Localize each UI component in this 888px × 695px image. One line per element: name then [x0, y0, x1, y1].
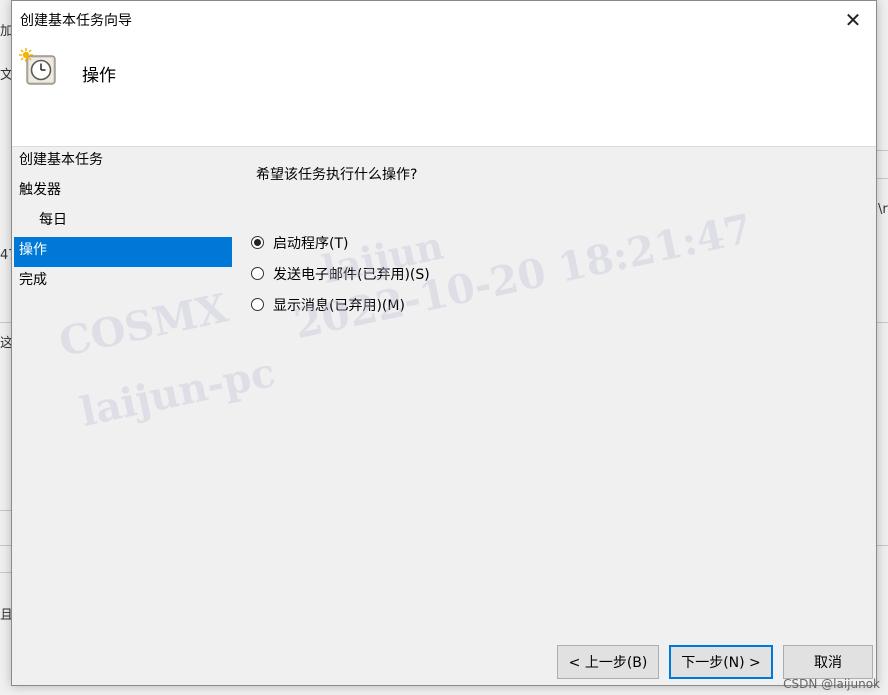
- background-divider: [876, 150, 888, 151]
- option-label: 显示消息(已弃用)(M): [273, 297, 405, 314]
- window-title: 创建基本任务向导: [20, 13, 132, 29]
- close-icon[interactable]: ✕: [830, 1, 876, 39]
- option-start-program[interactable]: 启动程序(T): [251, 227, 430, 258]
- action-question: 希望该任务执行什么操作?: [256, 167, 418, 183]
- action-options-group: 启动程序(T) 发送电子邮件(已弃用)(S) 显示消息(已弃用)(M): [251, 227, 430, 320]
- background-divider: [876, 545, 888, 546]
- background-divider: [876, 178, 888, 179]
- radio-button[interactable]: [251, 267, 264, 280]
- sidebar-step-finish: 完成: [19, 272, 47, 288]
- option-label: 启动程序(T): [273, 235, 349, 252]
- radio-button-checked[interactable]: [251, 236, 264, 249]
- sidebar-step-create-basic-task: 创建基本任务: [19, 152, 103, 168]
- background-divider: [876, 322, 888, 323]
- corner-attribution: CSDN @laijunok: [783, 677, 880, 691]
- sidebar-step-action: 操作: [14, 237, 232, 267]
- sidebar-step-daily: 每日: [39, 212, 67, 228]
- background-text-fragment: \r: [878, 202, 888, 217]
- wizard-header: 操作: [12, 39, 876, 147]
- create-basic-task-wizard-dialog: 创建基本任务向导 ✕ 操作 创建基本任务 触发器 每日 操作 完成 希望该任务执…: [11, 0, 877, 686]
- sidebar-step-trigger: 触发器: [19, 182, 61, 198]
- option-display-message[interactable]: 显示消息(已弃用)(M): [251, 289, 430, 320]
- next-button[interactable]: 下一步(N) >: [669, 645, 773, 679]
- wizard-steps-sidebar: 创建基本任务 触发器 每日 操作 完成: [14, 147, 232, 297]
- cancel-button[interactable]: 取消: [783, 645, 873, 679]
- option-label: 发送电子邮件(已弃用)(S): [273, 266, 430, 283]
- back-button[interactable]: < 上一步(B): [557, 645, 659, 679]
- radio-button[interactable]: [251, 298, 264, 311]
- page-title: 操作: [82, 66, 116, 86]
- option-send-email[interactable]: 发送电子邮件(已弃用)(S): [251, 258, 430, 289]
- task-scheduler-icon: [19, 48, 56, 85]
- title-bar: 创建基本任务向导 ✕: [12, 1, 876, 39]
